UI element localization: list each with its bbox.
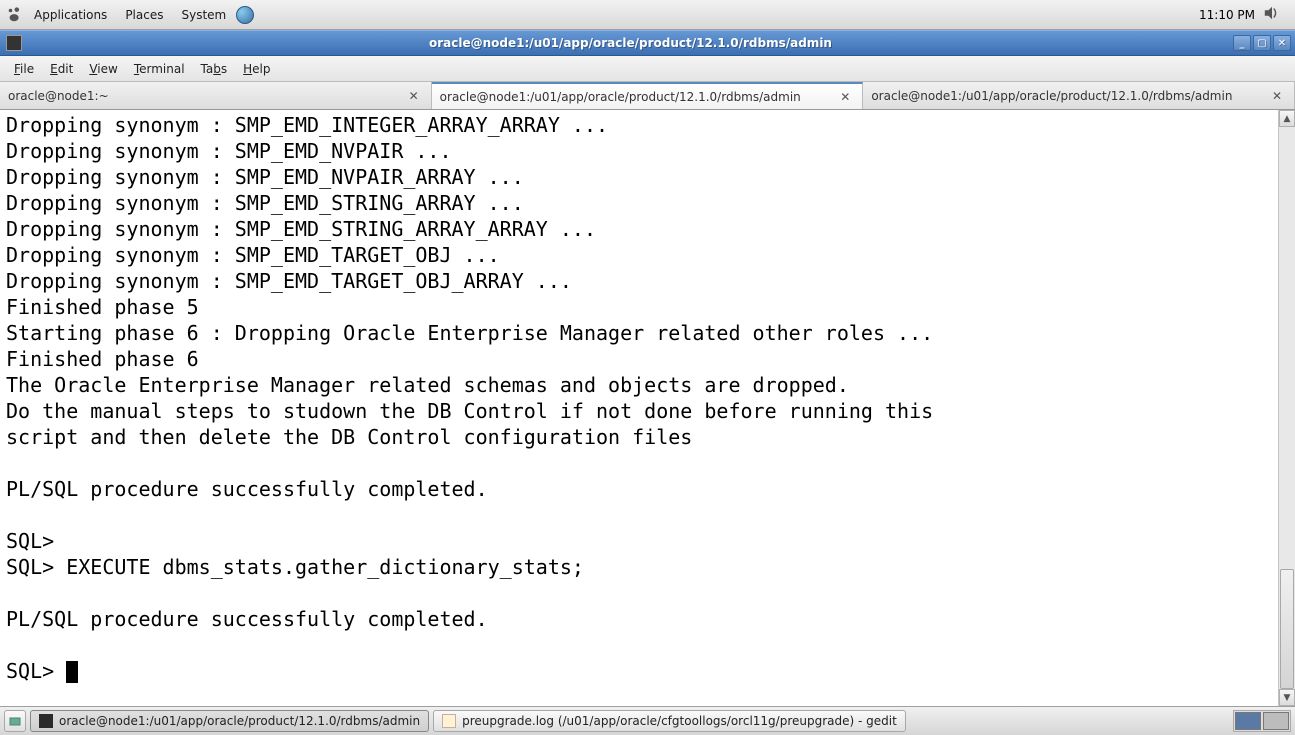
window-maximize-button[interactable]: ▢	[1253, 35, 1271, 51]
terminal-tab-2[interactable]: oracle@node1:/u01/app/oracle/product/12.…	[863, 82, 1295, 109]
show-desktop-button[interactable]	[4, 710, 26, 732]
menu-edit[interactable]: Edit	[42, 58, 81, 80]
gnome-foot-icon	[6, 6, 24, 24]
window-title: oracle@node1:/u01/app/oracle/product/12.…	[28, 36, 1233, 50]
tab-close-icon[interactable]: ✕	[836, 90, 854, 104]
desktop-top-panel: Applications Places System 11:10 PM	[0, 0, 1295, 30]
taskbar-item-label: oracle@node1:/u01/app/oracle/product/12.…	[59, 714, 420, 728]
tab-close-icon[interactable]: ✕	[1268, 89, 1286, 103]
workspace-switcher[interactable]	[1233, 710, 1291, 732]
text-editor-icon	[442, 714, 456, 728]
browser-launcher-icon[interactable]	[236, 6, 254, 24]
window-close-button[interactable]: ✕	[1273, 35, 1291, 51]
window-app-icon	[6, 35, 22, 51]
window-titlebar[interactable]: oracle@node1:/u01/app/oracle/product/12.…	[0, 30, 1295, 56]
workspace-2[interactable]	[1263, 712, 1289, 730]
panel-menu-system[interactable]: System	[173, 4, 234, 26]
menu-tabs[interactable]: Tabs	[193, 58, 236, 80]
panel-clock[interactable]: 11:10 PM	[1199, 8, 1255, 22]
tab-label: oracle@node1:/u01/app/oracle/product/12.…	[871, 89, 1268, 103]
tab-label: oracle@node1:~	[8, 89, 405, 103]
menu-view[interactable]: View	[81, 58, 125, 80]
scrollbar-down-icon[interactable]: ▼	[1279, 689, 1295, 706]
tab-label: oracle@node1:/u01/app/oracle/product/12.…	[440, 90, 837, 104]
scrollbar-thumb[interactable]	[1280, 569, 1294, 689]
tab-close-icon[interactable]: ✕	[405, 89, 423, 103]
terminal-output[interactable]: Dropping synonym : SMP_EMD_INTEGER_ARRAY…	[0, 110, 1278, 706]
taskbar-item-label: preupgrade.log (/u01/app/oracle/cfgtooll…	[462, 714, 897, 728]
taskbar-item-terminal[interactable]: oracle@node1:/u01/app/oracle/product/12.…	[30, 710, 429, 732]
panel-menu-applications[interactable]: Applications	[26, 4, 115, 26]
terminal-icon	[39, 714, 53, 728]
taskbar-item-gedit[interactable]: preupgrade.log (/u01/app/oracle/cfgtooll…	[433, 710, 906, 732]
terminal-menubar: File Edit View Terminal Tabs Help	[0, 56, 1295, 82]
terminal-tab-0[interactable]: oracle@node1:~ ✕	[0, 82, 432, 109]
volume-icon[interactable]	[1263, 4, 1281, 25]
window-minimize-button[interactable]: _	[1233, 35, 1251, 51]
workspace-1[interactable]	[1235, 712, 1261, 730]
menu-file[interactable]: File	[6, 58, 42, 80]
menu-terminal[interactable]: Terminal	[126, 58, 193, 80]
terminal-scrollbar[interactable]: ▲ ▼	[1278, 110, 1295, 706]
desktop-bottom-panel: oracle@node1:/u01/app/oracle/product/12.…	[0, 706, 1295, 735]
scrollbar-track[interactable]	[1279, 127, 1295, 689]
menu-help[interactable]: Help	[235, 58, 278, 80]
terminal-viewport: Dropping synonym : SMP_EMD_INTEGER_ARRAY…	[0, 110, 1295, 706]
terminal-tab-1[interactable]: oracle@node1:/u01/app/oracle/product/12.…	[432, 82, 864, 109]
panel-menu-places[interactable]: Places	[117, 4, 171, 26]
terminal-cursor	[66, 661, 78, 683]
terminal-tabbar: oracle@node1:~ ✕ oracle@node1:/u01/app/o…	[0, 82, 1295, 110]
scrollbar-up-icon[interactable]: ▲	[1279, 110, 1295, 127]
